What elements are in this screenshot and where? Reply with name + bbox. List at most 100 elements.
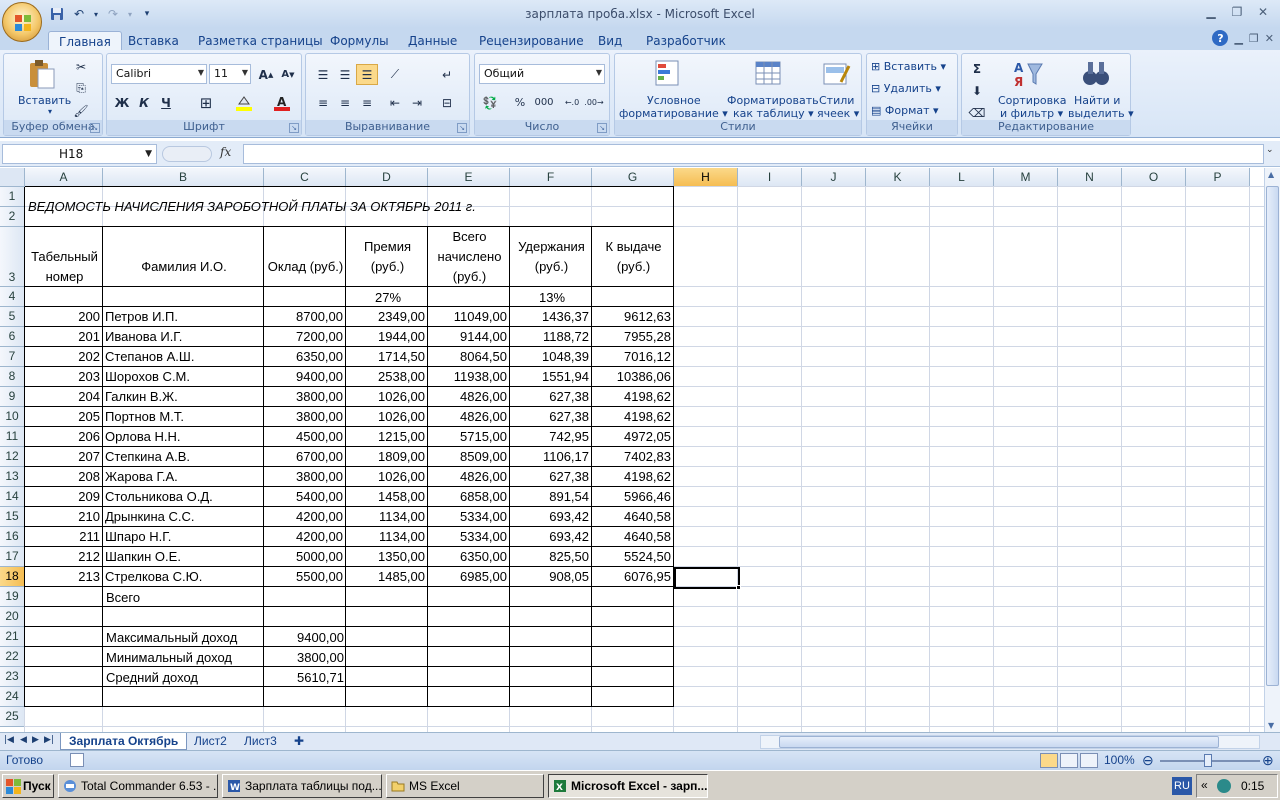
zoom-in-icon[interactable]: ⊕ <box>1262 752 1274 769</box>
cell-styles-icon[interactable] <box>821 58 853 90</box>
column-header[interactable]: L <box>930 168 994 187</box>
table-cell-premium[interactable]: 1809,00 <box>346 447 427 467</box>
align-left-icon[interactable]: ≡ <box>312 92 334 113</box>
table-cell-deduction[interactable]: 1551,94 <box>510 367 591 387</box>
table-cell-payout[interactable]: 10386,06 <box>592 367 673 387</box>
table-cell-total[interactable]: 9144,00 <box>428 327 509 347</box>
table-cell-premium[interactable]: 1215,00 <box>346 427 427 447</box>
row-header[interactable]: 1 <box>0 187 25 207</box>
taskbar-item-excel[interactable]: X Microsoft Excel - зарп... <box>548 774 708 798</box>
sort-filter-label-2[interactable]: и фильтр ▾ <box>1000 107 1063 120</box>
table-cell-premium[interactable]: 1026,00 <box>346 387 427 407</box>
table-cell-tab-number[interactable]: 200 <box>25 307 102 327</box>
table-cell-payout[interactable]: 7016,12 <box>592 347 673 367</box>
merge-cells-icon[interactable]: ⊟ <box>436 92 458 113</box>
scroll-down-icon[interactable]: ▼ <box>1268 721 1274 730</box>
table-cell-salary[interactable]: 5500,00 <box>264 567 345 587</box>
format-as-table-label[interactable]: Форматировать <box>727 94 819 107</box>
office-button[interactable] <box>2 2 42 42</box>
table-cell-salary[interactable]: 6350,00 <box>264 347 345 367</box>
sheet-tab-list2[interactable]: Лист2 <box>186 733 235 750</box>
tray-app-icon[interactable] <box>1217 779 1231 793</box>
table-cell-salary[interactable]: 4200,00 <box>264 507 345 527</box>
find-select-label-2[interactable]: выделить ▾ <box>1068 107 1134 120</box>
column-header[interactable]: G <box>592 168 674 187</box>
dialog-launcher-icon[interactable]: ↘ <box>289 123 299 133</box>
table-cell-total[interactable]: 6858,00 <box>428 487 509 507</box>
shrink-font-button[interactable]: A ▼ <box>277 64 299 85</box>
table-cell-total[interactable]: 8509,00 <box>428 447 509 467</box>
table-cell-tab-number[interactable]: 212 <box>25 547 102 567</box>
row-header[interactable]: 20 <box>0 607 25 627</box>
table-cell-deduction[interactable]: 742,95 <box>510 427 591 447</box>
minimize-icon[interactable]: ▁ <box>1198 2 1224 22</box>
sort-filter-icon[interactable]: АЯ <box>1012 58 1044 90</box>
table-cell-salary[interactable]: 4500,00 <box>264 427 345 447</box>
decrease-indent-icon[interactable]: ⇤ <box>384 92 406 113</box>
table-cell-salary[interactable]: 9400,00 <box>264 367 345 387</box>
table-cell-tab-number[interactable]: 208 <box>25 467 102 487</box>
wrap-text-icon[interactable]: ↵ <box>436 64 458 85</box>
row-header[interactable]: 19 <box>0 587 25 607</box>
table-cell-tab-number[interactable]: 211 <box>25 527 102 547</box>
tab-formulas[interactable]: Формулы <box>320 31 399 51</box>
table-cell-premium[interactable]: 1714,50 <box>346 347 427 367</box>
format-as-table-icon[interactable] <box>753 58 785 90</box>
table-cell-premium[interactable]: 2349,00 <box>346 307 427 327</box>
vertical-scroll-thumb[interactable] <box>1266 186 1279 686</box>
table-cell-premium[interactable]: 1458,00 <box>346 487 427 507</box>
borders-icon[interactable]: ⊞ <box>195 92 217 113</box>
table-cell-total[interactable]: 4826,00 <box>428 407 509 427</box>
select-all-corner[interactable] <box>0 168 25 187</box>
cut-icon[interactable]: ✂ <box>70 56 92 77</box>
dialog-launcher-icon[interactable]: ↘ <box>597 123 607 133</box>
stat-label[interactable]: Средний доход <box>106 668 198 688</box>
table-cell-total[interactable]: 4826,00 <box>428 387 509 407</box>
table-cell-name[interactable]: Шапкин О.Е. <box>105 547 181 567</box>
table-cell-deduction[interactable]: 891,54 <box>510 487 591 507</box>
table-cell-deduction[interactable]: 1106,17 <box>510 447 591 467</box>
header-total-accrued[interactable]: Всего начислено (руб.) <box>429 227 510 287</box>
table-cell-deduction[interactable]: 693,42 <box>510 507 591 527</box>
tab-insert[interactable]: Вставка <box>118 31 189 51</box>
expand-formula-icon[interactable]: ⌄ <box>1266 145 1278 163</box>
italic-button[interactable]: К <box>133 92 155 113</box>
table-cell-total[interactable]: 6985,00 <box>428 567 509 587</box>
thousands-icon[interactable]: 000 <box>533 92 555 113</box>
column-header[interactable]: D <box>346 168 428 187</box>
row-header[interactable]: 3 <box>0 227 25 287</box>
table-cell-premium[interactable]: 1026,00 <box>346 407 427 427</box>
row-header[interactable]: 23 <box>0 667 25 687</box>
format-cells-button[interactable]: ▤ Формат ▾ <box>871 104 939 117</box>
tab-page-layout[interactable]: Разметка страницы <box>188 31 333 51</box>
font-name-select[interactable]: Calibri ▼ <box>111 64 207 84</box>
tab-home[interactable]: Главная <box>48 31 122 51</box>
table-cell-premium[interactable]: 1485,00 <box>346 567 427 587</box>
text-orientation-icon[interactable]: ⟋ <box>384 64 406 85</box>
start-button[interactable]: Пуск <box>2 774 54 798</box>
font-color-icon[interactable]: A <box>271 92 293 113</box>
grow-font-button[interactable]: A ▲ <box>255 64 277 85</box>
table-cell-tab-number[interactable]: 202 <box>25 347 102 367</box>
table-cell-name[interactable]: Дрынкина С.С. <box>105 507 195 527</box>
table-cell-name[interactable]: Орлова Н.Н. <box>105 427 180 447</box>
conditional-format-label-2[interactable]: форматирование ▾ <box>619 107 728 120</box>
scroll-up-icon[interactable]: ▲ <box>1268 170 1274 179</box>
table-cell-premium[interactable]: 2538,00 <box>346 367 427 387</box>
zoom-out-icon[interactable]: ⊖ <box>1142 752 1154 769</box>
table-cell-premium[interactable]: 1134,00 <box>346 527 427 547</box>
table-cell-total[interactable]: 5334,00 <box>428 507 509 527</box>
column-header[interactable]: H <box>674 168 738 187</box>
table-cell-total[interactable]: 8064,50 <box>428 347 509 367</box>
next-sheet-icon[interactable]: ▶ <box>32 735 39 745</box>
restore-icon[interactable]: ❐ <box>1249 32 1259 45</box>
row-header[interactable]: 9 <box>0 387 25 407</box>
language-indicator[interactable]: RU <box>1172 777 1192 795</box>
minimize-icon[interactable]: ▁ <box>1234 32 1242 45</box>
table-cell-salary[interactable]: 3800,00 <box>264 407 345 427</box>
table-cell-payout[interactable]: 6076,95 <box>592 567 673 587</box>
column-header[interactable]: N <box>1058 168 1122 187</box>
table-cell-premium[interactable]: 1026,00 <box>346 467 427 487</box>
normal-view-icon[interactable] <box>1040 753 1058 768</box>
table-cell-salary[interactable]: 6700,00 <box>264 447 345 467</box>
